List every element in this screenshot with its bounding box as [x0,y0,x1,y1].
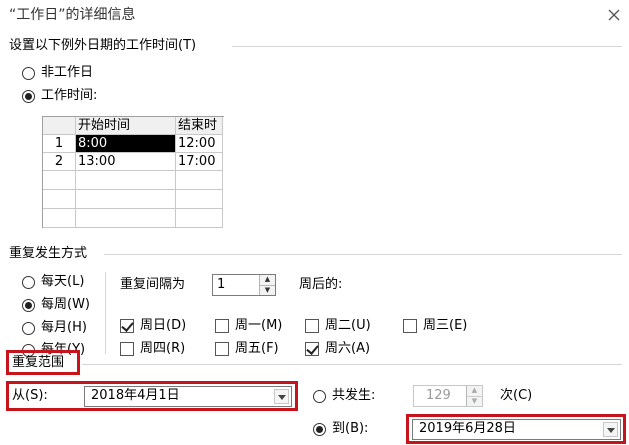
range-heading: 重复范围 [12,355,65,370]
monday-checkbox[interactable] [215,319,229,333]
daily-label[interactable]: 每天(L) [41,274,84,290]
table-cell-start[interactable]: 13:00 [76,153,176,171]
table-row-number: 1 [43,135,76,153]
table-cell-empty[interactable] [43,190,76,209]
stepper-down-icon[interactable]: ▼ [259,285,275,295]
from-label: 从(S): [12,388,48,403]
end-by-label[interactable]: 到(B): [332,421,368,437]
work-time-table[interactable]: 开始时间 结束时 1 8:00 12:00 2 13:00 17:00 [42,116,224,228]
thursday-checkbox[interactable] [120,342,134,356]
monthly-radio[interactable] [22,322,35,335]
weeks-after-label: 周后的: [299,277,343,292]
saturday-label[interactable]: 周六(A) [325,341,370,357]
monthly-label[interactable]: 每月(H) [41,320,87,336]
weekly-radio[interactable] [22,299,35,312]
end-by-radio[interactable] [313,423,326,436]
table-row-number: 2 [43,153,76,171]
friday-checkbox[interactable] [215,342,229,356]
from-date-combo[interactable]: 2018年4月1日 [84,386,292,407]
to-date-combo[interactable]: 2019年6月28日 [412,419,621,440]
table-cell-empty[interactable] [76,171,176,190]
chevron-down-icon[interactable] [603,422,618,437]
interval-stepper[interactable]: 1 ▲ ▼ [212,274,276,296]
friday-label[interactable]: 周五(F) [235,341,279,357]
dialog-title: “工作日”的详细信息 [9,7,136,23]
weekly-label[interactable]: 每周(W) [41,297,90,313]
recurrence-heading: 重复发生方式 [9,246,88,261]
interval-value[interactable]: 1 [217,277,225,293]
table-header-end: 结束时 [176,117,223,135]
vertical-divider [105,272,106,354]
group-divider [82,364,622,365]
wednesday-label[interactable]: 周三(E) [423,318,467,334]
table-header-corner [43,117,76,135]
tuesday-checkbox[interactable] [305,319,319,333]
occurrences-value[interactable]: 129 [426,388,451,404]
worktime-radio[interactable] [22,90,35,103]
interval-label: 重复间隔为 [120,277,186,292]
occurrences-unit: 次(C) [500,388,533,403]
sunday-label[interactable]: 周日(D) [140,318,186,334]
occurrences-label[interactable]: 共发生: [332,388,375,404]
work-time-heading: 设置以下例外日期的工作时间(T) [9,38,197,53]
stepper-down-icon[interactable]: ▼ [466,396,482,406]
close-icon[interactable] [604,5,624,25]
table-cell-start[interactable]: 8:00 [76,135,176,153]
table-cell-empty[interactable] [176,190,223,209]
from-date-value[interactable]: 2018年4月1日 [91,388,180,404]
nonwork-radio[interactable] [22,67,35,80]
table-cell-empty[interactable] [176,171,223,190]
tuesday-label[interactable]: 周二(U) [325,318,371,334]
group-divider [104,254,622,255]
chevron-down-icon[interactable] [274,389,289,404]
wednesday-checkbox[interactable] [403,319,417,333]
table-cell-empty[interactable] [43,171,76,190]
nonwork-label[interactable]: 非工作日 [41,65,93,81]
stepper-up-icon[interactable]: ▲ [466,386,482,396]
daily-radio[interactable] [22,276,35,289]
occurrences-radio[interactable] [313,390,326,403]
table-cell-empty[interactable] [43,209,76,228]
occurrences-stepper[interactable]: 129 ▲ ▼ [413,385,483,407]
table-cell-end[interactable]: 12:00 [176,135,223,153]
table-cell-empty[interactable] [76,209,176,228]
monday-label[interactable]: 周一(M) [235,318,282,334]
sunday-checkbox[interactable] [120,319,134,333]
stepper-up-icon[interactable]: ▲ [259,275,275,285]
saturday-checkbox[interactable] [305,342,319,356]
to-date-value[interactable]: 2019年6月28日 [419,421,516,437]
group-divider [232,46,622,47]
table-cell-empty[interactable] [76,190,176,209]
table-cell-end[interactable]: 17:00 [176,153,223,171]
table-cell-empty[interactable] [176,209,223,228]
worktime-label[interactable]: 工作时间: [41,88,97,104]
thursday-label[interactable]: 周四(R) [140,341,185,357]
table-header-start: 开始时间 [76,117,176,135]
